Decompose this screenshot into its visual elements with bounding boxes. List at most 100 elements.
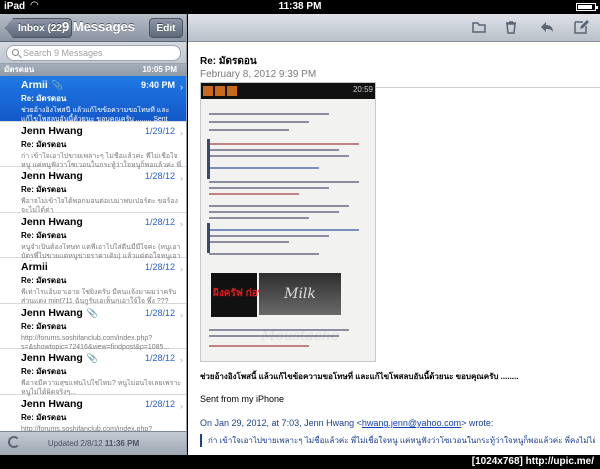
status-time: 11:38 PM <box>278 1 322 12</box>
compose-icon[interactable] <box>572 19 590 37</box>
body-text: ช่วยอ้างอิงโพสนี้ แล้วแก้ไขข้อความขอโทษท… <box>200 372 519 381</box>
screenshot-avatar-bar <box>207 139 210 179</box>
attachment-icon: 📎 <box>51 80 64 90</box>
message-body: ช่วยอ้างอิงโพสนี้ แล้วแก้ไขข้อความขอโทษท… <box>200 370 595 447</box>
message-list: มัดรดอน 10:05 PM Armii 📎 9:40 PM › Re: มัดรด… <box>0 64 186 440</box>
message-date: 1/28/12 <box>144 307 175 318</box>
thread-count-title: 9 Messages <box>62 19 135 34</box>
search-bar: Search 9 Messages <box>0 42 186 64</box>
message-date: 1/28/12 <box>144 262 175 272</box>
quote-intro-pre: On Jan 29, 2012, at 7:03, Jenn Hwang < <box>200 418 362 428</box>
message-subject: Re: มัดรดอน <box>21 139 67 149</box>
quote-intro: On Jan 29, 2012, at 7:03, Jenn Hwang <hw… <box>200 418 595 428</box>
message-subject: Re: มัดรดอน <box>21 230 67 240</box>
screenshot-text-line <box>209 211 339 213</box>
screenshot-text-line <box>209 329 349 331</box>
message-row[interactable]: Jenn Hwang 1/29/12 › Re: มัดรดอน ก่า เข้าใจเ… <box>0 122 186 169</box>
email-link[interactable]: hwang.jenn@yahoo.com <box>362 418 461 428</box>
status-bar: iPad ◠ 11:38 PM <box>0 0 600 14</box>
screenshot-avatar-bar <box>207 223 210 253</box>
screenshot-text-line <box>209 193 299 195</box>
screenshot-clock: 20:59 <box>352 85 373 94</box>
attachment-icon: 📎 <box>86 307 99 318</box>
screenshot-text-line <box>209 235 329 237</box>
screenshot-app-icon <box>215 86 225 96</box>
quote-intro-post: > wrote: <box>461 418 494 428</box>
message-date: 1/29/12 <box>144 125 175 136</box>
reply-icon[interactable] <box>538 19 556 37</box>
screenshot-text-line <box>209 335 339 337</box>
chevron-right-icon: › <box>180 309 183 320</box>
message-row[interactable]: Jenn Hwang 📎 1/28/12 › Re: มัดรดอน http://for… <box>0 304 186 351</box>
screenshot-app-icon <box>203 86 213 96</box>
move-folder-icon[interactable] <box>470 19 488 37</box>
thread-header: มัดรดอน 10:05 PM <box>0 64 186 76</box>
screenshot-app-icon <box>227 86 237 96</box>
screenshot-text-line <box>209 155 349 157</box>
message-subject: Re: มัดรดอน <box>21 367 67 376</box>
quoted-text: ก่า เข้าใจเอาไปขายเพลาะๆ ไม่ชื่อแล้วค่ะ … <box>200 434 595 447</box>
edit-button[interactable]: Edit <box>149 18 183 38</box>
screenshot-text-line <box>209 181 359 183</box>
screenshot-text-line <box>209 149 339 151</box>
screenshot-text-line <box>209 129 289 131</box>
message-row[interactable]: Jenn Hwang 📎 1/28/12 › Re: มัดรดอน พี่อาจมีคว… <box>0 349 186 396</box>
message-subject: Re: มัดรดอน <box>21 276 67 285</box>
message-row[interactable]: Jenn Hwang 1/28/12 › Re: มัดรดอน พี่อาจไม่เข… <box>0 167 186 214</box>
screenshot-text-line <box>209 167 319 169</box>
message-row[interactable]: Armii 1/28/12 › Re: มัดรดอน พี่เท่าไรแอ้บอาเ… <box>0 258 186 305</box>
message-list-pane: Inbox (22) 9 Messages Edit Search 9 Mess… <box>0 14 187 455</box>
message-subject: Re: มัดรดอน <box>21 185 67 194</box>
screenshot-text-line <box>209 217 309 219</box>
battery-icon <box>576 3 598 11</box>
detail-toolbar <box>188 14 600 42</box>
screenshot-text-line <box>209 241 289 243</box>
message-row[interactable]: Armii 📎 9:40 PM › Re: มัดรดอน ช่วยอ้างอิงโพสน… <box>0 76 186 123</box>
message-subject: Re: มัดรดอน <box>21 321 67 331</box>
message-date: 1/28/12 <box>144 171 175 181</box>
chevron-right-icon: › <box>180 173 183 183</box>
ipad-screen: iPad ◠ 11:38 PM Inbox (22) 9 Messages Ed… <box>0 0 600 469</box>
screenshot-text-line <box>209 205 349 207</box>
screenshot-text-line <box>209 345 309 347</box>
chevron-right-icon: › <box>180 264 183 274</box>
thread-header-label: มัดรดอน <box>4 65 35 74</box>
screenshot-text-line <box>209 229 359 231</box>
screenshot-text-line <box>209 253 319 255</box>
chevron-right-icon: › <box>180 82 183 92</box>
watermark-text: [1024x768] http://upic.me/ <box>471 456 594 467</box>
list-footer: Updated 2/8/12 11:36 PM <box>0 431 186 455</box>
updated-label: Updated <box>47 439 79 448</box>
message-detail-pane: Re: มัดรดอน February 8, 2012 9:39 PM 20:… <box>188 14 600 455</box>
message-date: 1/28/12 <box>144 353 175 363</box>
updated-time: 11:36 PM <box>104 439 140 448</box>
message-subject: Re: มัดรดอน <box>200 56 257 67</box>
trash-icon[interactable] <box>502 19 520 37</box>
message-date: 1/28/12 <box>144 216 175 227</box>
watermark-strip: [1024x768] http://upic.me/ <box>0 455 600 469</box>
attached-screenshot[interactable]: 20:59 ผิงครัฟ ก่อนตาน Milk Moustache <box>200 82 376 362</box>
chevron-right-icon: › <box>180 400 183 411</box>
screenshot-text-line <box>209 121 309 123</box>
updated-status: Updated 2/8/12 11:36 PM <box>0 439 186 448</box>
attachment-icon: 📎 <box>86 353 99 363</box>
message-date: 9:40 PM <box>140 80 175 90</box>
search-input[interactable]: Search 9 Messages <box>6 45 181 61</box>
message-date: 1/28/12 <box>144 398 175 409</box>
list-nav-bar: Inbox (22) 9 Messages Edit <box>0 14 186 42</box>
search-placeholder: Search 9 Messages <box>23 48 103 58</box>
screenshot-text-line <box>209 113 329 115</box>
chevron-right-icon: › <box>180 218 183 229</box>
signature: Sent from my iPhone <box>200 394 285 404</box>
message-row[interactable]: Jenn Hwang 1/28/12 › Re: มัดรดอน หนูจำเป็นต้… <box>0 213 186 260</box>
search-icon <box>12 49 19 56</box>
updated-date: 2/8/12 <box>80 439 103 448</box>
banner-image: Milk Moustache <box>259 273 341 344</box>
screenshot-text-line <box>209 187 329 189</box>
chevron-right-icon: › <box>180 355 183 365</box>
message-subject: Re: มัดรดอน <box>21 94 67 103</box>
message-subject: Re: มัดรดอน <box>21 412 67 422</box>
chevron-right-icon: › <box>180 127 183 138</box>
battery-level <box>578 5 592 9</box>
screenshot-text-line <box>209 143 359 145</box>
